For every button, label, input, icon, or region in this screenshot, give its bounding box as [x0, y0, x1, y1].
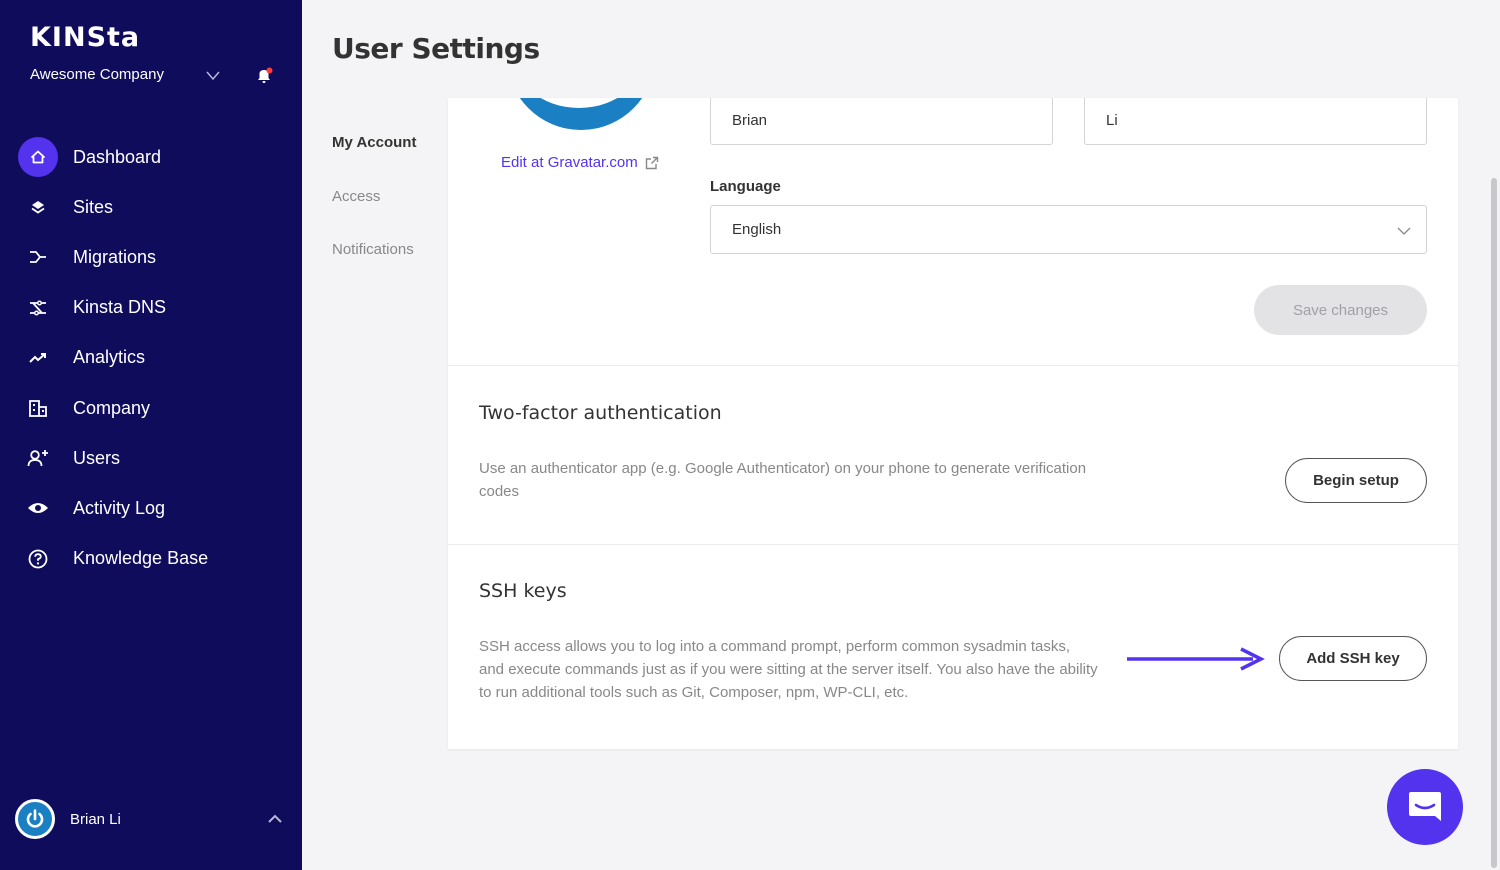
avatar	[15, 799, 55, 839]
sidebar-item-kinsta-dns[interactable]: Kinsta DNS	[18, 283, 288, 333]
scrollbar-thumb[interactable]	[1491, 178, 1497, 868]
company-switcher[interactable]: Awesome Company	[30, 66, 164, 83]
subnav-access[interactable]: Access	[332, 188, 416, 242]
sidebar-item-label: Knowledge Base	[73, 548, 209, 569]
settings-subnav: My Account Access Notifications	[332, 134, 416, 295]
settings-card: Edit at Gravatar.com Brian Li Language E…	[448, 98, 1458, 749]
layers-icon	[18, 187, 58, 227]
sidebar-item-sites[interactable]: Sites	[18, 182, 288, 232]
sidebar-item-dashboard[interactable]: Dashboard	[18, 132, 288, 182]
migrations-icon	[18, 237, 58, 277]
last-name-field[interactable]: Li	[1084, 98, 1427, 145]
sidebar-item-company[interactable]: Company	[18, 383, 288, 433]
sidebar-item-analytics[interactable]: Analytics	[18, 333, 288, 383]
sidebar: KINSta Awesome Company Dashboard Sites M…	[0, 0, 302, 870]
save-changes-button[interactable]: Save changes	[1254, 285, 1427, 335]
divider	[448, 365, 1458, 366]
sidebar-item-label: Sites	[73, 196, 114, 217]
sidebar-item-knowledge-base[interactable]: Knowledge Base	[18, 534, 288, 584]
begin-setup-button[interactable]: Begin setup	[1285, 458, 1427, 503]
kinsta-logo[interactable]: KINSta	[30, 22, 140, 53]
language-value: English	[732, 221, 782, 238]
sidebar-item-label: Users	[73, 447, 121, 468]
external-link-icon	[645, 156, 658, 169]
language-select[interactable]: English	[710, 205, 1427, 254]
sidebar-item-migrations[interactable]: Migrations	[18, 232, 288, 282]
gravatar-link-label: Edit at Gravatar.com	[501, 154, 638, 171]
user-menu[interactable]: Brian Li	[15, 798, 285, 840]
user-name: Brian Li	[70, 810, 121, 828]
sidebar-item-label: Activity Log	[73, 497, 166, 518]
divider	[448, 544, 1458, 545]
first-name-field[interactable]: Brian	[710, 98, 1053, 145]
trend-icon	[18, 338, 58, 378]
arrow-right-icon	[1127, 647, 1265, 671]
sidebar-item-activity-log[interactable]: Activity Log	[18, 483, 288, 533]
ssh-keys-title: SSH keys	[479, 580, 567, 602]
sidebar-nav: Dashboard Sites Migrations Kinsta DNS An…	[18, 132, 288, 584]
language-label: Language	[710, 178, 781, 195]
chevron-down-icon	[1397, 227, 1411, 235]
page-title: User Settings	[332, 32, 540, 65]
chevron-down-icon[interactable]	[204, 66, 222, 84]
help-icon	[18, 539, 58, 579]
scrollbar[interactable]	[1488, 0, 1500, 870]
sidebar-item-label: Analytics	[73, 347, 146, 368]
building-icon	[18, 388, 58, 428]
subnav-my-account[interactable]: My Account	[332, 134, 416, 188]
two-factor-title: Two-factor authentication	[479, 402, 722, 424]
gravatar-link[interactable]: Edit at Gravatar.com	[501, 154, 659, 171]
add-user-icon	[18, 438, 58, 478]
notification-bell-icon[interactable]	[254, 66, 274, 86]
sidebar-item-label: Kinsta DNS	[73, 297, 167, 318]
eye-icon	[18, 488, 58, 528]
sidebar-item-users[interactable]: Users	[18, 433, 288, 483]
dns-icon	[18, 288, 58, 328]
chevron-up-icon[interactable]	[265, 809, 285, 829]
two-factor-description: Use an authenticator app (e.g. Google Au…	[479, 460, 1087, 500]
chat-launcher-button[interactable]	[1387, 769, 1463, 845]
add-ssh-key-button[interactable]: Add SSH key	[1279, 636, 1427, 681]
sidebar-item-label: Migrations	[73, 246, 157, 267]
ssh-keys-description: SSH access allows you to log into a comm…	[479, 638, 1098, 701]
sidebar-item-label: Company	[73, 397, 151, 418]
sidebar-item-label: Dashboard	[73, 146, 162, 167]
home-icon	[18, 137, 58, 178]
subnav-notifications[interactable]: Notifications	[332, 241, 416, 295]
chat-icon	[1409, 792, 1441, 821]
